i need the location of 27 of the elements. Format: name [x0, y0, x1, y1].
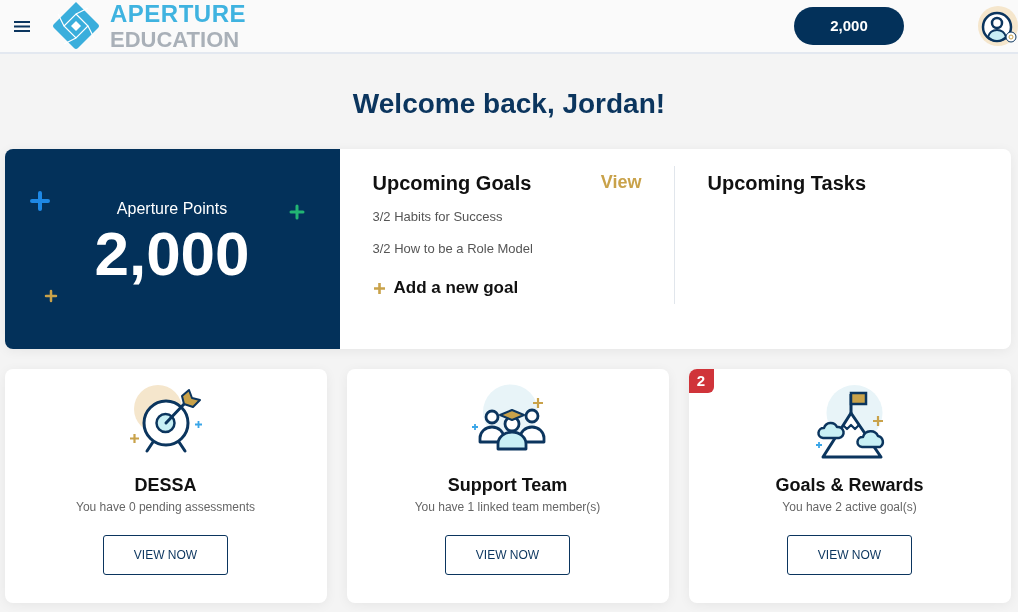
avatar-icon[interactable]: [978, 6, 1018, 46]
card-description: You have 2 active goal(s): [782, 499, 917, 515]
card-title: DESSA: [134, 474, 197, 497]
view-now-button[interactable]: VIEW NOW: [103, 535, 228, 575]
tasks-title: Upcoming Tasks: [707, 171, 867, 196]
plus-icon: [43, 289, 58, 303]
plus-icon: [29, 191, 50, 211]
notification-badge: 2: [688, 369, 714, 393]
plus-icon: [288, 204, 305, 220]
card-description: You have 0 pending assessments: [76, 499, 255, 515]
points-value: 2,000: [94, 221, 250, 287]
card-description: You have 1 linked team member(s): [414, 499, 601, 515]
plus-icon: [372, 281, 386, 295]
view-now-button[interactable]: VIEW NOW: [787, 535, 912, 575]
menu-icon[interactable]: [14, 20, 30, 32]
logo-wordmark: APERTURE: [110, 1, 246, 26]
view-now-button[interactable]: VIEW NOW: [445, 535, 570, 575]
logo-subtitle: EDUCATION: [110, 28, 241, 51]
goal-item[interactable]: 3/2 Habits for Success: [372, 208, 642, 226]
welcome-heading: Welcome back, Jordan!: [352, 87, 666, 121]
points-counter: 2,000: [794, 7, 904, 45]
goal-item[interactable]: 3/2 How to be a Role Model: [372, 240, 642, 258]
card-title: Support Team: [447, 474, 568, 497]
card-title: Goals & Rewards: [775, 474, 924, 497]
points-label: Aperture Points: [116, 199, 228, 219]
add-goal-button[interactable]: Add a new goal: [372, 276, 519, 300]
goals-title: Upcoming Goals: [372, 171, 532, 196]
